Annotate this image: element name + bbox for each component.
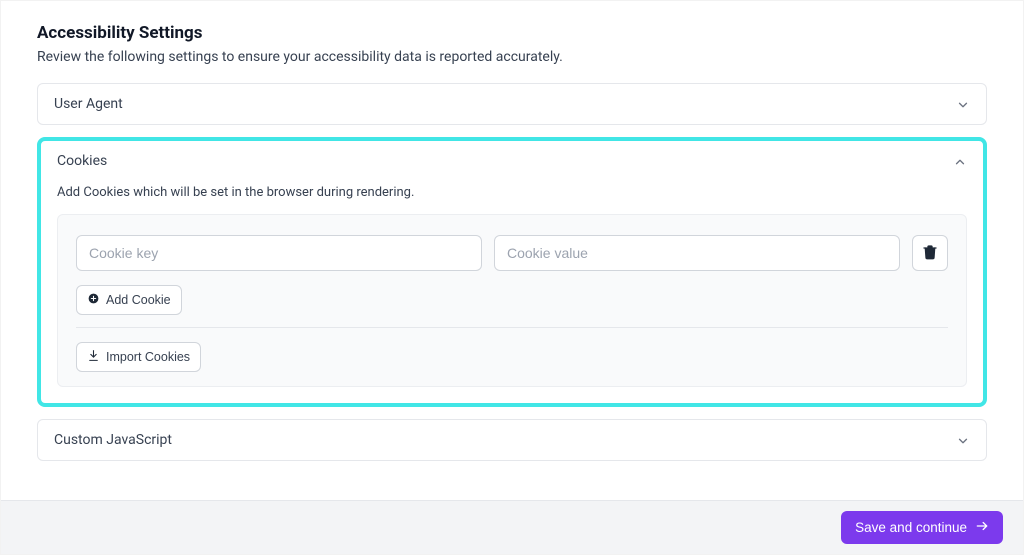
import-cookies-button[interactable]: Import Cookies bbox=[76, 342, 201, 372]
panel-custom-javascript: Custom JavaScript bbox=[37, 419, 987, 461]
divider bbox=[76, 327, 948, 328]
cookie-value-input[interactable] bbox=[494, 235, 900, 271]
panel-cookies-header[interactable]: Cookies bbox=[41, 141, 983, 181]
panel-user-agent: User Agent bbox=[37, 83, 987, 125]
download-icon bbox=[87, 349, 100, 365]
footer-bar: Save and continue bbox=[1, 500, 1023, 554]
panel-cookies-title: Cookies bbox=[57, 153, 107, 169]
chevron-up-icon bbox=[953, 154, 967, 168]
panel-custom-javascript-header[interactable]: Custom JavaScript bbox=[38, 420, 986, 460]
chevron-down-icon bbox=[956, 433, 970, 447]
plus-circle-icon bbox=[87, 292, 100, 308]
panel-cookies: Cookies Add Cookies which will be set in… bbox=[37, 137, 987, 407]
add-cookie-button[interactable]: Add Cookie bbox=[76, 285, 182, 315]
trash-icon bbox=[922, 244, 938, 263]
page-subtitle: Review the following settings to ensure … bbox=[37, 49, 987, 65]
cookie-key-input[interactable] bbox=[76, 235, 482, 271]
add-cookie-label: Add Cookie bbox=[106, 293, 171, 307]
save-and-continue-label: Save and continue bbox=[855, 520, 967, 535]
arrow-right-icon bbox=[975, 519, 989, 536]
save-and-continue-button[interactable]: Save and continue bbox=[841, 511, 1003, 544]
cookies-box: Add Cookie Import Cookies bbox=[57, 214, 967, 387]
cookie-row bbox=[76, 235, 948, 271]
delete-cookie-button[interactable] bbox=[912, 235, 948, 271]
panel-custom-javascript-title: Custom JavaScript bbox=[54, 432, 172, 448]
chevron-down-icon bbox=[956, 97, 970, 111]
page-title: Accessibility Settings bbox=[37, 23, 987, 43]
panel-cookies-description: Add Cookies which will be set in the bro… bbox=[57, 185, 967, 200]
import-cookies-label: Import Cookies bbox=[106, 350, 190, 364]
panel-user-agent-title: User Agent bbox=[54, 96, 123, 112]
panel-user-agent-header[interactable]: User Agent bbox=[38, 84, 986, 124]
